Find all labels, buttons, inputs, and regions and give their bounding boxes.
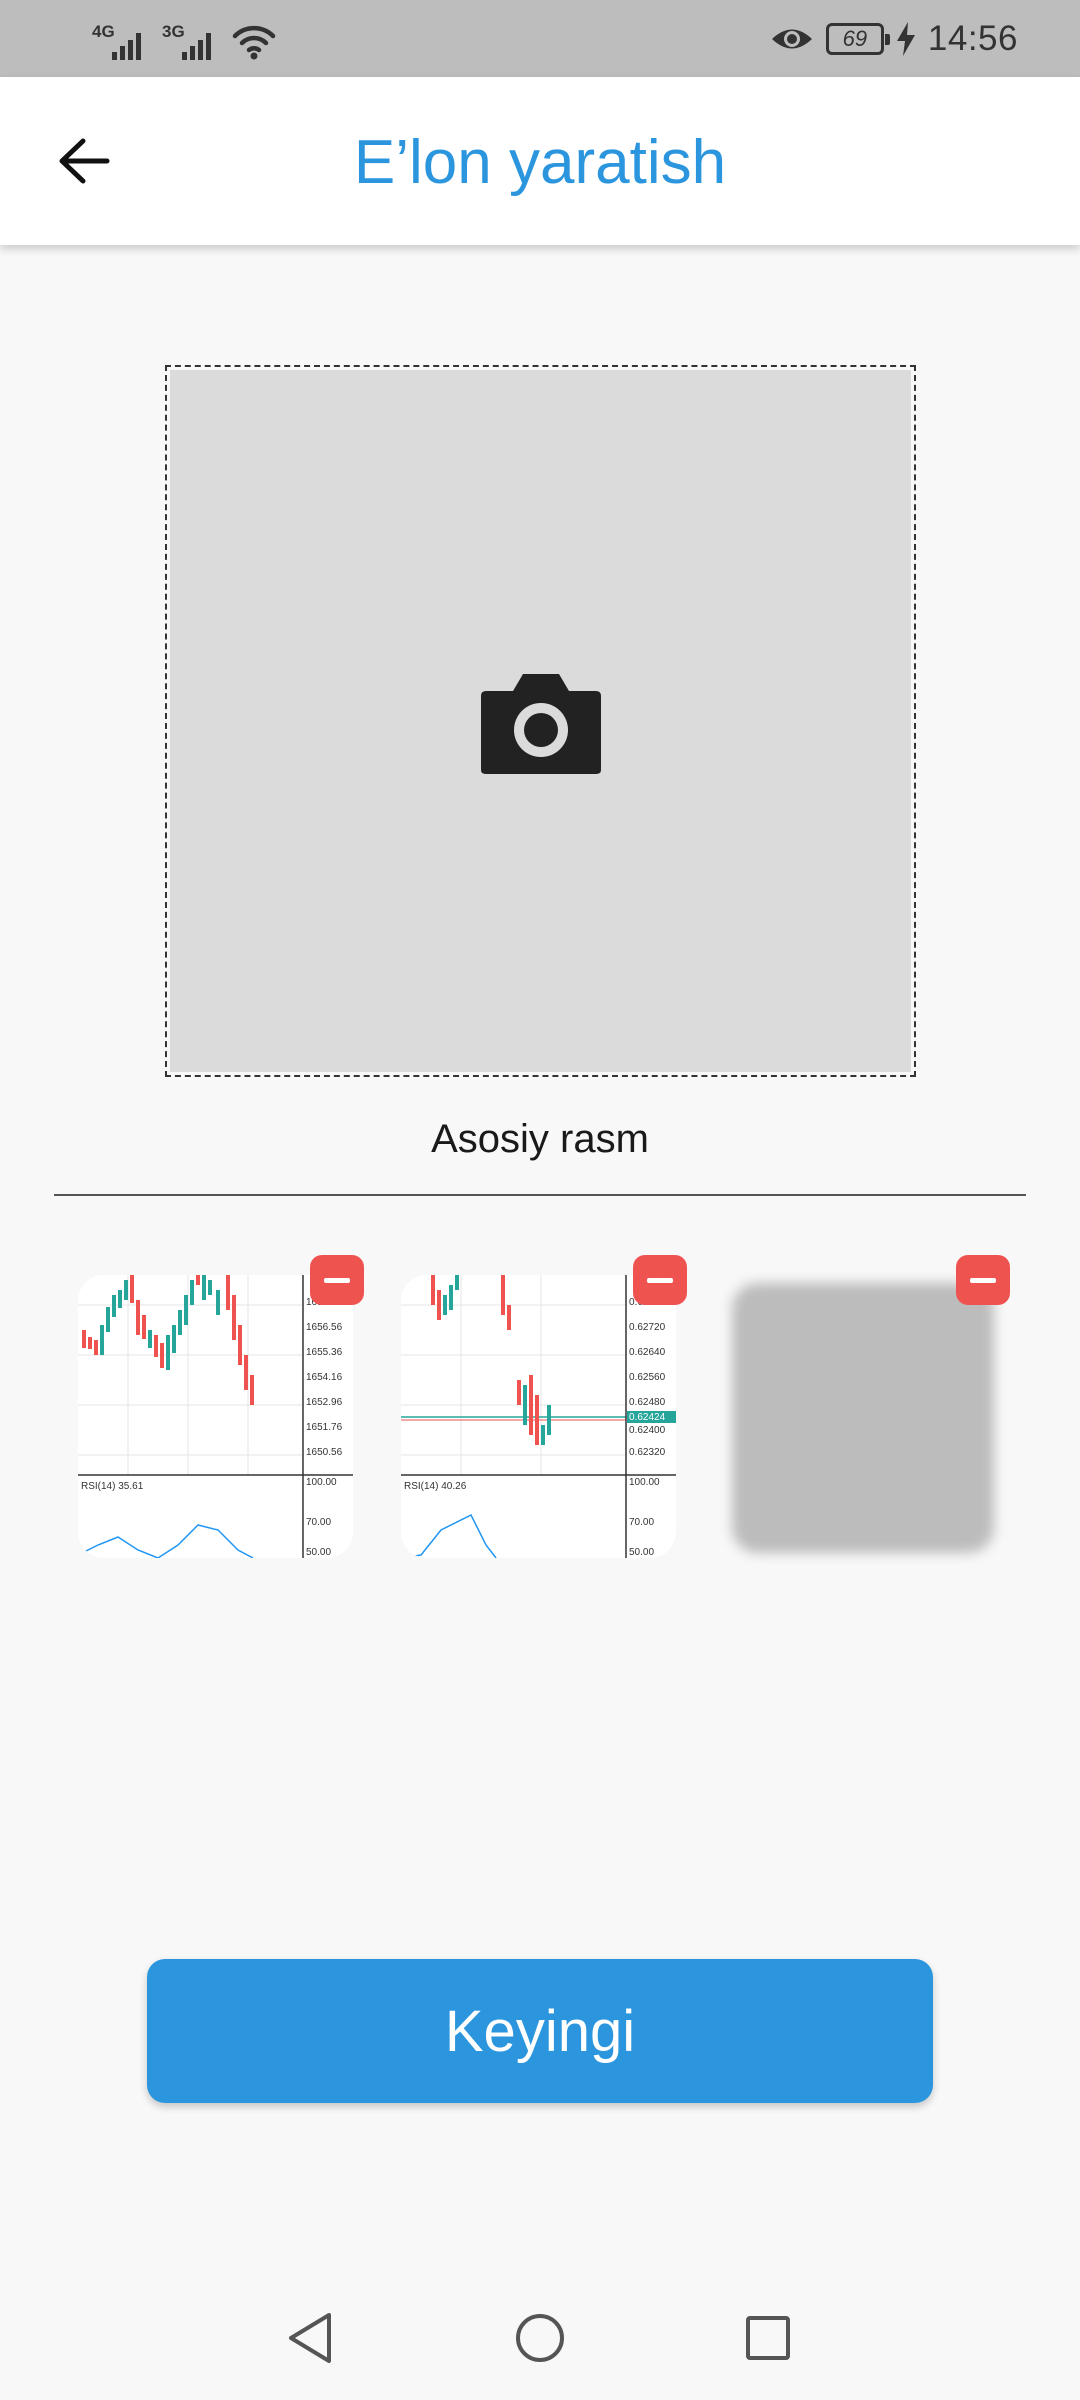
nav-recents-button[interactable] — [738, 2308, 798, 2368]
divider — [54, 1194, 1026, 1196]
battery-icon: 69 — [825, 23, 890, 55]
eye-icon — [771, 29, 812, 49]
current-price-tag: 0.62424 — [629, 1412, 666, 1423]
price-tick: 0.62560 — [629, 1372, 666, 1383]
minus-icon — [324, 1277, 350, 1283]
price-tick: 0.62640 — [629, 1347, 666, 1358]
signal-icon: 4G — [92, 22, 148, 62]
thumbnail-slot: 1657.78 1656.56 1655.36 1654.16 1652.96 … — [56, 1255, 364, 1565]
remove-thumbnail-button[interactable] — [956, 1255, 1010, 1305]
thumbnail-placeholder[interactable] — [732, 1283, 994, 1553]
price-tick: 0.62400 — [629, 1425, 666, 1436]
minus-icon — [647, 1277, 673, 1283]
nav-home-icon — [516, 2314, 564, 2362]
signal-icon: 3G — [162, 22, 218, 62]
price-tick: 1650.56 — [306, 1447, 343, 1458]
price-tick: 1651.76 — [306, 1422, 343, 1433]
page-title: E’lon yaratish — [353, 128, 727, 197]
price-tick: 1652.96 — [306, 1397, 343, 1408]
main-image-placeholder — [170, 370, 911, 1072]
price-tick: 1654.16 — [306, 1372, 343, 1383]
main-image-picker[interactable] — [165, 365, 916, 1077]
rsi-label: RSI(14) 35.61 — [81, 1481, 144, 1492]
thumbnail-slot: 0.62800 0.62720 0.62640 0.62560 0.62480 … — [379, 1255, 687, 1565]
system-nav-bar — [0, 2270, 1080, 2400]
battery-level: 69 — [842, 26, 868, 51]
camera-icon — [480, 674, 601, 774]
screen: 4G 3G 69 14:56 E’lon yaratish Asosiy ras… — [0, 0, 1080, 2400]
app-header: E’lon yaratish — [0, 77, 1080, 245]
clock: 14:56 — [927, 19, 1018, 58]
next-button[interactable]: Keyingi — [147, 1959, 933, 2103]
rsi-level: 100.00 — [629, 1477, 660, 1488]
remove-thumbnail-button[interactable] — [310, 1255, 364, 1305]
price-tick: 0.62320 — [629, 1447, 666, 1458]
main-image-label: Asosiy rasm — [431, 1117, 649, 1161]
charging-icon — [896, 22, 915, 56]
price-tick: 1656.56 — [306, 1322, 343, 1333]
thumbnail-image[interactable]: 0.62800 0.62720 0.62640 0.62560 0.62480 … — [401, 1275, 676, 1558]
rsi-level: 50.00 — [306, 1547, 331, 1558]
minus-icon — [970, 1277, 996, 1283]
status-bar: 4G 3G 69 14:56 — [0, 0, 1080, 77]
nav-home-button[interactable] — [510, 2308, 570, 2368]
chart-screenshot-image: 0.62800 0.62720 0.62640 0.62560 0.62480 … — [401, 1275, 676, 1558]
rsi-level: 70.00 — [629, 1517, 654, 1528]
nav-back-icon — [289, 2313, 331, 2363]
status-left: 4G 3G — [92, 14, 276, 62]
wifi-icon — [232, 25, 276, 60]
nav-recents-icon — [746, 2316, 790, 2360]
price-tick: 0.62480 — [629, 1397, 666, 1408]
rsi-level: 70.00 — [306, 1517, 331, 1528]
thumbnail-image[interactable]: 1657.78 1656.56 1655.36 1654.16 1652.96 … — [78, 1275, 353, 1558]
chart-screenshot-image: 1657.78 1656.56 1655.36 1654.16 1652.96 … — [78, 1275, 353, 1558]
remove-thumbnail-button[interactable] — [633, 1255, 687, 1305]
thumbnail-slot — [702, 1255, 1010, 1565]
rsi-level: 50.00 — [629, 1547, 654, 1558]
price-tick: 1655.36 — [306, 1347, 343, 1358]
price-tick: 0.62720 — [629, 1322, 666, 1333]
nav-back-button[interactable] — [280, 2308, 340, 2368]
rsi-level: 100.00 — [306, 1477, 337, 1488]
status-right: 69 14:56 — [770, 14, 1018, 64]
rsi-label: RSI(14) 40.26 — [404, 1481, 467, 1492]
